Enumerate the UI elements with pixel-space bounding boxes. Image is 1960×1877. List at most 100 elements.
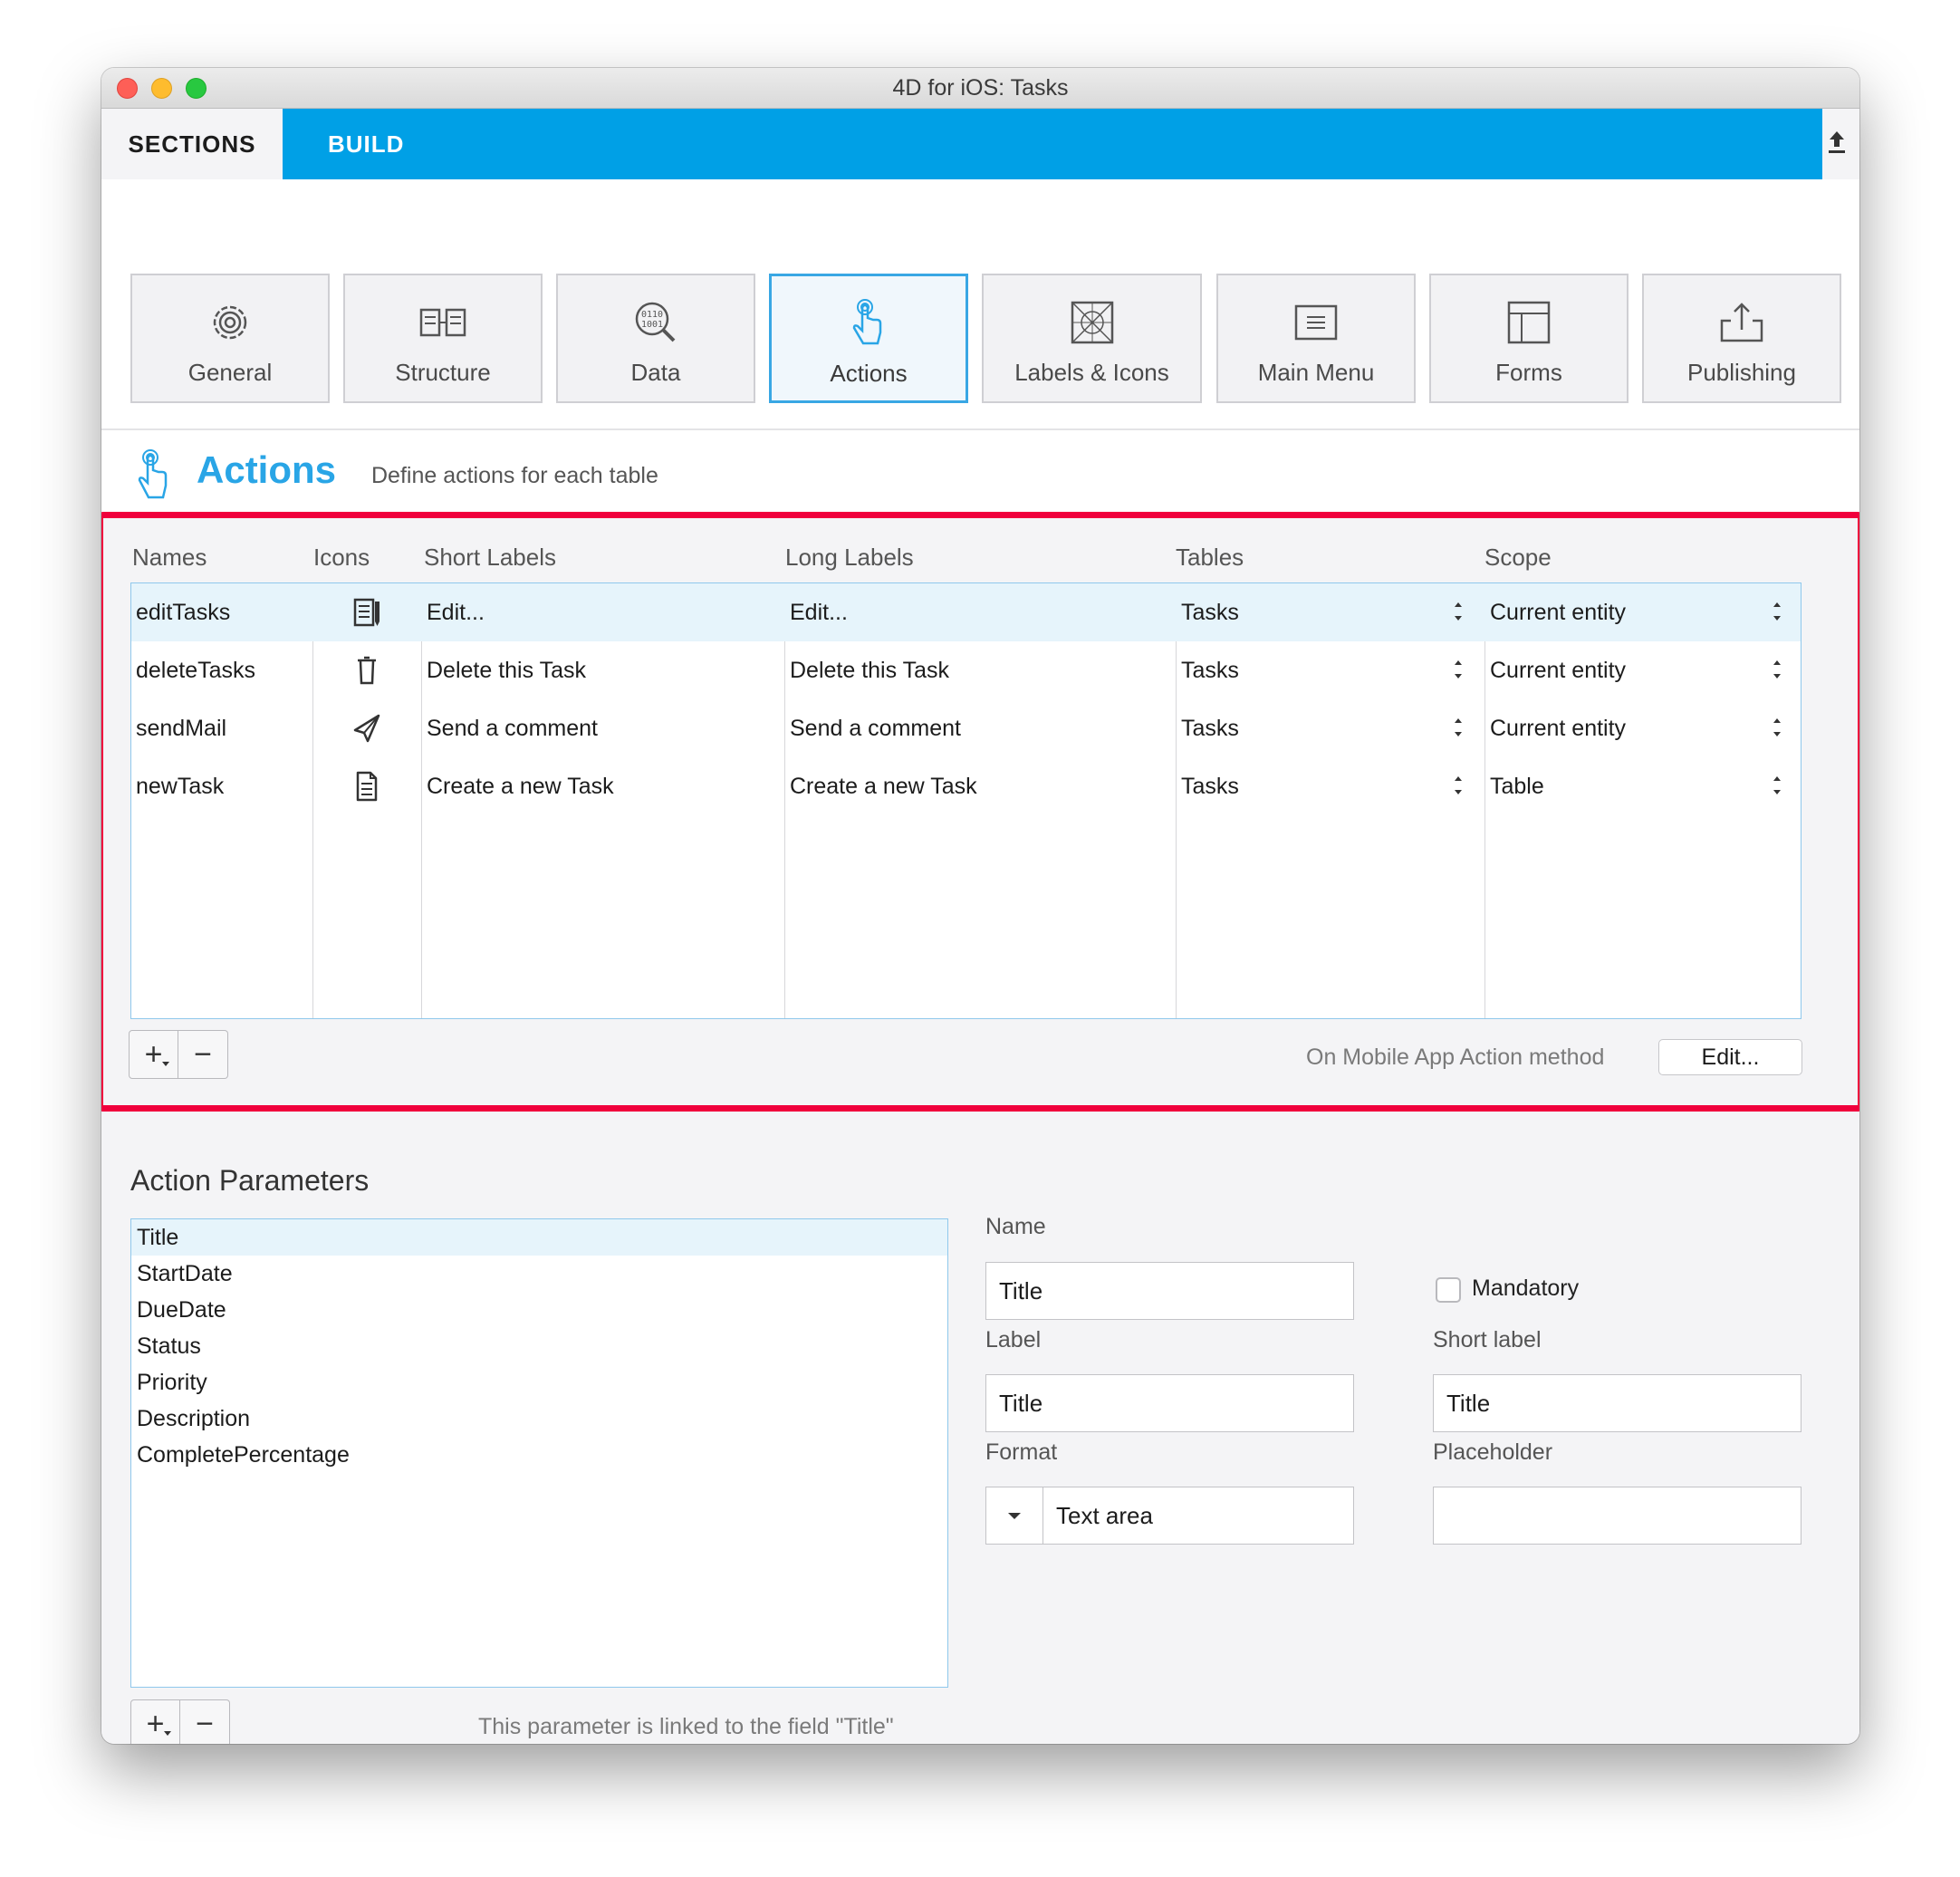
list-item[interactable]: DueDate — [131, 1292, 947, 1328]
format-label: Format — [985, 1439, 1058, 1465]
name-field[interactable]: Title — [985, 1262, 1354, 1320]
chevron-up-down-icon[interactable] — [1452, 654, 1465, 685]
remove-action-button[interactable]: − — [178, 1030, 228, 1079]
column-header-icons: Icons — [313, 544, 370, 571]
list-item[interactable]: Description — [131, 1401, 947, 1437]
scope-select[interactable]: Current entity — [1490, 583, 1626, 641]
column-header-long-labels: Long Labels — [785, 544, 914, 571]
action-icon-cell[interactable] — [312, 757, 421, 815]
action-icon-cell[interactable] — [312, 583, 421, 641]
long-label-cell[interactable]: Delete this Task — [790, 641, 949, 699]
mandatory-checkbox[interactable] — [1436, 1277, 1461, 1303]
table-row[interactable]: deleteTasks Delete this Task Delete this… — [131, 641, 1801, 699]
table-row[interactable]: sendMail Send a comment Send a comment T… — [131, 699, 1801, 757]
scope-select[interactable]: Current entity — [1490, 641, 1626, 699]
list-item[interactable]: Priority — [131, 1364, 947, 1401]
placeholder-label: Placeholder — [1433, 1439, 1553, 1465]
paper-plane-icon — [353, 714, 380, 743]
trash-icon — [358, 656, 376, 685]
format-dropdown-button[interactable] — [985, 1487, 1043, 1545]
list-item[interactable]: Status — [131, 1328, 947, 1364]
remove-param-button[interactable]: − — [180, 1699, 230, 1744]
placeholder-field[interactable] — [1433, 1487, 1801, 1545]
scope-select[interactable]: Current entity — [1490, 699, 1626, 757]
short-label-cell[interactable]: Create a new Task — [427, 757, 614, 815]
section-label: Labels & Icons — [1014, 359, 1169, 386]
add-param-button[interactable]: + — [130, 1699, 180, 1744]
section-label: Forms — [1495, 359, 1562, 386]
section-actions[interactable]: Actions — [769, 274, 968, 403]
table-select[interactable]: Tasks — [1181, 641, 1239, 699]
table-select[interactable]: Tasks — [1181, 699, 1239, 757]
sections-toolbar: General Structure 0110 1001 Data Actions… — [101, 179, 1859, 430]
svg-text:1001: 1001 — [641, 320, 663, 330]
edit-method-button[interactable]: Edit... — [1658, 1039, 1802, 1075]
section-label: Publishing — [1687, 359, 1796, 386]
chevron-up-down-icon[interactable] — [1771, 712, 1783, 743]
section-general[interactable]: General — [130, 274, 330, 403]
short-label-cell[interactable]: Delete this Task — [427, 641, 586, 699]
section-label: Structure — [395, 359, 491, 386]
action-icon-cell[interactable] — [312, 641, 421, 699]
section-labels-icons[interactable]: Labels & Icons — [982, 274, 1202, 403]
label-label: Label — [985, 1327, 1042, 1352]
add-action-button[interactable]: + — [129, 1030, 178, 1079]
section-main-menu[interactable]: Main Menu — [1216, 274, 1416, 403]
chevron-up-down-icon[interactable] — [1452, 596, 1465, 627]
menu-icon — [1294, 304, 1338, 341]
tab-build[interactable]: BUILD — [328, 109, 404, 179]
label-field[interactable]: Title — [985, 1374, 1354, 1432]
chevron-up-down-icon[interactable] — [1452, 770, 1465, 801]
actions-table: editTasks Edit... Edit... Tasks Current … — [130, 582, 1801, 1019]
new-document-icon — [356, 771, 378, 802]
action-add-remove: + − — [129, 1030, 229, 1079]
section-forms[interactable]: Forms — [1429, 274, 1629, 403]
content-area: Names Icons Short Labels Long Labels Tab… — [101, 512, 1859, 1744]
table-row[interactable]: editTasks Edit... Edit... Tasks Current … — [131, 583, 1801, 641]
list-item[interactable]: StartDate — [131, 1256, 947, 1292]
page-description: Define actions for each table — [371, 463, 658, 488]
chevron-up-down-icon[interactable] — [1771, 654, 1783, 685]
page-title: Actions — [197, 448, 337, 491]
list-item[interactable]: CompletePercentage — [131, 1437, 947, 1473]
section-data[interactable]: 0110 1001 Data — [556, 274, 755, 403]
tab-sections[interactable]: SECTIONS — [101, 109, 283, 179]
section-structure[interactable]: Structure — [343, 274, 543, 403]
short-label-cell[interactable]: Send a comment — [427, 699, 598, 757]
scope-select[interactable]: Table — [1490, 757, 1544, 815]
top-tab-bar: SECTIONS BUILD — [101, 109, 1859, 179]
pointer-hand-icon — [138, 449, 168, 499]
chevron-up-down-icon[interactable] — [1771, 770, 1783, 801]
action-name[interactable]: editTasks — [136, 583, 230, 641]
list-item[interactable]: Title — [131, 1219, 947, 1256]
section-publishing[interactable]: Publishing — [1642, 274, 1841, 403]
edit-document-icon — [353, 598, 380, 627]
long-label-cell[interactable]: Create a new Task — [790, 757, 977, 815]
table-select[interactable]: Tasks — [1181, 757, 1239, 815]
svg-text:0110: 0110 — [641, 310, 663, 320]
action-name[interactable]: newTask — [136, 757, 224, 815]
short-label-cell[interactable]: Edit... — [427, 583, 485, 641]
structure-icon — [419, 308, 466, 337]
params-list: Title StartDate DueDate Status Priority … — [130, 1218, 948, 1688]
long-label-cell[interactable]: Send a comment — [790, 699, 961, 757]
format-select[interactable]: Text area — [1042, 1487, 1354, 1545]
action-name[interactable]: deleteTasks — [136, 641, 255, 699]
method-label: On Mobile App Action method — [1306, 1044, 1605, 1070]
data-icon: 0110 1001 — [635, 302, 676, 342]
table-row[interactable]: newTask Create a new Task Create a new T… — [131, 757, 1801, 815]
chevron-up-down-icon[interactable] — [1771, 596, 1783, 627]
action-name[interactable]: sendMail — [136, 699, 226, 757]
chevron-up-down-icon[interactable] — [1452, 712, 1465, 743]
name-label: Name — [985, 1214, 1046, 1239]
section-label: Actions — [830, 360, 908, 387]
window-title: 4D for iOS: Tasks — [892, 75, 1069, 101]
table-select[interactable]: Tasks — [1181, 583, 1239, 641]
section-label: Main Menu — [1257, 359, 1375, 386]
column-header-tables: Tables — [1176, 544, 1244, 571]
chevron-down-icon — [162, 1062, 169, 1066]
short-label-field[interactable]: Title — [1433, 1374, 1801, 1432]
action-icon-cell[interactable] — [312, 699, 421, 757]
upload-icon[interactable] — [1825, 129, 1849, 156]
long-label-cell[interactable]: Edit... — [790, 583, 848, 641]
